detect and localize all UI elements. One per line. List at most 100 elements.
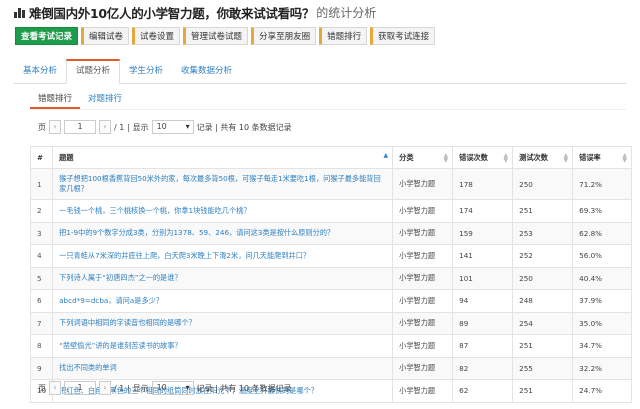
row-category: 小学智力题 <box>392 379 454 403</box>
question-link[interactable]: 下列诗人属于“初唐四杰”之一的是谁？ <box>52 266 394 290</box>
per-page-select[interactable]: 10 <box>151 381 194 395</box>
pager-page-label: 页 <box>38 383 46 393</box>
main-tab[interactable]: 收集数据分析 <box>172 59 241 84</box>
main-tab[interactable]: 学生分析 <box>120 59 172 84</box>
sort-icon[interactable]: ▲ ▼ <box>504 153 509 164</box>
question-link[interactable]: 一毛钱一个桃，三个桃核换一个桃，你拿1块钱能吃几个桃？ <box>52 199 394 223</box>
row-category: 小学智力题 <box>392 356 454 380</box>
col-test-count[interactable]: 测试次数 ▲ ▼ <box>512 146 574 169</box>
row-error-rate: 37.9% <box>572 289 632 313</box>
row-category: 小学智力题 <box>392 311 454 335</box>
row-error-rate: 56.0% <box>572 244 632 268</box>
sort-icon[interactable]: ▲ ▼ <box>444 153 449 164</box>
page-title: 难倒国内外10亿人的小学智力题，你敢来试试看吗？ 的统计分析 <box>14 3 376 21</box>
row-test-count: 250 <box>512 168 574 200</box>
row-index: 9 <box>29 356 54 380</box>
title-suffix: 的统计分析 <box>316 5 377 20</box>
pager-top: 页 ‹ 1 › / 1 | 显示 10 记录 | 共有 10 条数据记录 <box>38 120 292 134</box>
row-test-count: 250 <box>512 266 574 290</box>
row-test-count: 251 <box>512 379 574 403</box>
col-category[interactable]: 分类 ▲ ▼ <box>392 146 454 169</box>
col-error-rate[interactable]: 错误率 ▲ ▼ <box>572 146 632 169</box>
pager-summary: 记录 | 共有 10 条数据记录 <box>196 383 292 393</box>
pager-total: / 1 <box>114 383 125 393</box>
table-row[interactable]: 7 下列词语中相同的字读音也相同的是哪个？ 小学智力题 89 254 35.0% <box>29 311 632 335</box>
row-error-rate: 35.0% <box>572 311 632 335</box>
row-error-rate: 32.2% <box>572 356 632 380</box>
table-row[interactable]: 4 一只青蛙从7米深的井底往上爬，白天爬3米晚上下滑2米，问几天能爬到井口？ 小学智… <box>29 244 632 268</box>
col-index: # <box>29 146 54 169</box>
prev-page-button[interactable]: ‹ <box>49 120 61 134</box>
page-number-input[interactable]: 1 <box>64 381 96 395</box>
table-row[interactable]: 6 abcd*9=dcba，请问a是多少？ 小学智力题 94 248 37.9% <box>29 289 632 313</box>
question-link[interactable]: “凿壁偷光”讲的是谁刻苦读书的故事？ <box>52 334 394 358</box>
row-index: 3 <box>29 221 54 245</box>
col-question[interactable]: 题题 ▲ <box>52 146 394 169</box>
table-row[interactable]: 5 下列诗人属于“初唐四杰”之一的是谁？ 小学智力题 101 250 40.4% <box>29 266 632 290</box>
row-category: 小学智力题 <box>392 199 454 223</box>
toolbar-button[interactable]: 错题排行 <box>319 27 368 45</box>
toolbar-button[interactable]: 编辑试卷 <box>81 27 130 45</box>
main-tab[interactable]: 基本分析 <box>14 59 66 84</box>
question-link[interactable]: 下列词语中相同的字读音也相同的是哪个？ <box>52 311 394 335</box>
row-index: 6 <box>29 289 54 313</box>
page: 难倒国内外10亿人的小学智力题，你敢来试试看吗？ 的统计分析 查看考试记录 编辑试… <box>0 0 640 409</box>
sub-tab[interactable]: 对题排行 <box>80 90 130 109</box>
row-category: 小学智力题 <box>392 168 454 200</box>
row-category: 小学智力题 <box>392 266 454 290</box>
sub-tab[interactable]: 错题排行 <box>30 90 81 109</box>
row-error-rate: 62.8% <box>572 221 632 245</box>
col-wrong-count[interactable]: 错误次数 ▲ ▼ <box>452 146 514 169</box>
next-page-button[interactable]: › <box>99 120 111 134</box>
next-page-button[interactable]: › <box>99 381 111 395</box>
pager-bottom: 页 ‹ 1 › / 1 | 显示 10 记录 | 共有 10 条数据记录 <box>38 381 292 395</box>
pager-page-label: 页 <box>38 122 46 132</box>
question-link[interactable]: abcd*9=dcba，请问a是多少？ <box>52 289 394 313</box>
per-page-select[interactable]: 10 <box>151 120 194 134</box>
toolbar-button[interactable]: 试卷设置 <box>132 27 181 45</box>
page-number-input[interactable]: 1 <box>64 120 96 134</box>
row-wrong-count: 159 <box>452 221 514 245</box>
row-test-count: 251 <box>512 199 574 223</box>
row-wrong-count: 62 <box>452 379 514 403</box>
row-index: 4 <box>29 244 54 268</box>
main-tab[interactable]: 试题分析 <box>66 59 121 84</box>
row-test-count: 253 <box>512 221 574 245</box>
row-index: 1 <box>29 168 54 200</box>
question-link[interactable]: 把1-9中的9个数字分成3类，分别为1378、59、246，请问这3类是按什么原… <box>52 221 394 245</box>
row-index: 8 <box>29 334 54 358</box>
toolbar-button[interactable]: 管理试卷试题 <box>183 27 249 45</box>
toolbar-button[interactable]: 查看考试记录 <box>15 27 79 45</box>
row-test-count: 255 <box>512 356 574 380</box>
pager-show-label: | 显示 <box>127 122 149 132</box>
table-header-row: # 题题 ▲ 分类 ▲ ▼ 错误次数 ▲ ▼ 测试次数 ▲ ▼ 错误率 ▲ ▼ <box>29 146 632 169</box>
prev-page-button[interactable]: ‹ <box>49 381 61 395</box>
sort-icon[interactable]: ▲ ▼ <box>622 153 627 164</box>
row-error-rate: 34.7% <box>572 334 632 358</box>
exam-title: 难倒国内外10亿人的小学智力题，你敢来试试看吗？ <box>29 5 315 21</box>
table-row[interactable]: 8 “凿壁偷光”讲的是谁刻苦读书的故事？ 小学智力题 87 251 34.7% <box>29 334 632 358</box>
row-category: 小学智力题 <box>392 221 454 245</box>
bar-chart-icon <box>14 6 26 18</box>
row-wrong-count: 101 <box>452 266 514 290</box>
sort-icon[interactable]: ▲ ▼ <box>564 153 569 164</box>
wrong-answer-table: # 题题 ▲ 分类 ▲ ▼ 错误次数 ▲ ▼ 测试次数 ▲ ▼ 错误率 ▲ ▼ 1 猴子想把100根… <box>29 146 632 403</box>
toolbar-button[interactable]: 分享至朋友圈 <box>251 27 317 45</box>
table-row[interactable]: 2 一毛钱一个桃，三个桃核换一个桃，你拿1块钱能吃几个桃？ 小学智力题 174 251 6… <box>29 199 632 223</box>
sort-asc-icon[interactable]: ▲ <box>384 153 389 159</box>
question-link[interactable]: 猴子想把100根香蕉背回50米外的家，每次最多背50根，可猴子每走1米要吃1根，… <box>52 168 394 200</box>
row-wrong-count: 141 <box>452 244 514 268</box>
main-tabs: 基本分析 试题分析 学生分析 收集数据分析 <box>14 59 626 84</box>
question-link[interactable]: 找出不同类的单词 <box>52 356 394 380</box>
row-wrong-count: 178 <box>452 168 514 200</box>
table-row[interactable]: 9 找出不同类的单词 小学智力题 82 255 32.2% <box>29 356 632 380</box>
row-index: 2 <box>29 199 54 223</box>
row-wrong-count: 89 <box>452 311 514 335</box>
table-row[interactable]: 1 猴子想把100根香蕉背回50米外的家，每次最多背50根，可猴子每走1米要吃1根… <box>29 168 632 200</box>
sub-tabs: 错题排行 对题排行 <box>30 90 626 110</box>
question-link[interactable]: 一只青蛙从7米深的井底往上爬，白天爬3米晚上下滑2米，问几天能爬到井口？ <box>52 244 394 268</box>
toolbar-button[interactable]: 获取考试连接 <box>370 27 436 45</box>
row-error-rate: 40.4% <box>572 266 632 290</box>
row-test-count: 252 <box>512 244 574 268</box>
table-row[interactable]: 3 把1-9中的9个数字分成3类，分别为1378、59、246，请问这3类是按什么… <box>29 221 632 245</box>
